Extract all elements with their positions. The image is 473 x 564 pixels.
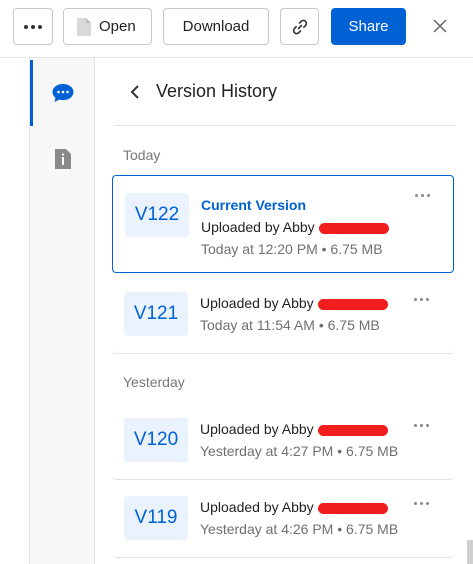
current-version-label: Current Version [201,197,307,213]
redaction-mark [317,424,388,436]
info-icon [55,149,71,169]
chevron-left-icon [130,84,139,99]
version-meta: Yesterday at 4:27 PM • 6.75 MB [200,443,399,459]
version-item[interactable]: V119 Uploaded by Abby Yesterday at 4:26 … [112,488,454,558]
uploader-text: Uploaded by Abby [200,499,314,515]
version-badge: V119 [124,496,188,540]
copy-link-button[interactable] [280,8,319,45]
version-badge: V120 [124,418,188,462]
close-icon [433,19,447,33]
version-meta: Today at 11:54 AM • 6.75 MB [200,317,380,333]
version-badge: V121 [124,292,188,336]
more-dots-icon [24,24,42,29]
version-options-button[interactable] [414,502,436,512]
toolbar: Open Download Share [0,0,473,58]
uploader-text: Uploaded by Abby [201,219,315,235]
open-label: Open [99,18,136,35]
uploader-line: Uploaded by Abby [200,295,388,311]
more-dots-icon [414,502,436,505]
comment-icon [52,84,74,102]
comments-tab[interactable] [51,81,75,105]
back-button[interactable] [124,81,146,103]
version-item[interactable]: V120 Uploaded by Abby Yesterday at 4:27 … [112,410,454,480]
version-meta: Yesterday at 4:26 PM • 6.75 MB [200,521,399,537]
link-icon [292,19,307,34]
redaction-mark [317,298,388,310]
sidebar-rail [29,58,95,564]
more-dots-icon [414,298,436,301]
version-options-button[interactable] [414,298,436,308]
version-item[interactable]: V121 Uploaded by Abby Today at 11:54 AM … [112,284,454,354]
redaction-mark [317,502,388,514]
version-options-button[interactable] [415,194,437,204]
page-title: Version History [156,81,278,101]
active-tab-indicator [30,60,33,126]
details-tab[interactable] [51,147,75,171]
file-icon [77,17,91,36]
section-label-today: Today [123,147,161,163]
uploader-text: Uploaded by Abby [200,421,314,437]
uploader-line: Uploaded by Abby [201,219,389,235]
uploader-line: Uploaded by Abby [200,499,388,515]
scrollbar[interactable] [467,540,473,564]
panel-header: Version History [114,58,456,126]
version-history-panel: Version History Today V122 Current Versi… [96,58,473,564]
version-meta: Today at 12:20 PM • 6.75 MB [201,241,383,257]
version-item-current[interactable]: V122 Current Version Uploaded by Abby To… [112,175,454,273]
close-button[interactable] [426,12,454,40]
download-button[interactable]: Download [163,8,269,45]
section-label-yesterday: Yesterday [123,374,185,390]
redaction-mark [318,222,389,234]
version-badge: V122 [125,193,189,237]
version-options-button[interactable] [414,424,436,434]
more-options-button[interactable] [13,8,53,45]
more-dots-icon [414,424,436,427]
open-button[interactable]: Open [63,8,152,45]
uploader-text: Uploaded by Abby [200,295,314,311]
uploader-line: Uploaded by Abby [200,421,388,437]
more-dots-icon [415,194,437,197]
share-button[interactable]: Share [331,8,406,45]
